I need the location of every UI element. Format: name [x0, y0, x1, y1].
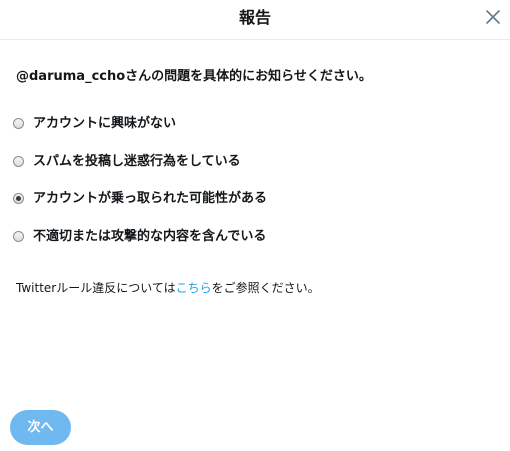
rules-note-prefix: Twitterルール違反については [16, 281, 176, 295]
radio-button[interactable] [13, 230, 24, 242]
option-not-interested[interactable]: アカウントに興味がない [13, 114, 493, 133]
dialog-header: 報告 [0, 0, 510, 40]
option-abusive[interactable]: 不適切または攻撃的な内容を含んでいる [13, 227, 493, 246]
rules-note-suffix: をご参照ください。 [211, 281, 320, 295]
option-label: アカウントに興味がない [33, 116, 177, 131]
report-question: @daruma_cchoさんの問題を具体的にお知らせください。 [16, 69, 372, 84]
rules-link[interactable]: こちら [176, 281, 212, 295]
radio-button[interactable] [13, 155, 24, 167]
dialog-title: 報告 [238, 8, 271, 27]
option-label: 不適切または攻撃的な内容を含んでいる [33, 228, 267, 244]
option-label: スパムを投稿し迷惑行為をしている [33, 153, 241, 169]
report-dialog: 報告 @daruma_cchoさんの問題を具体的にお知らせください。 アカウント… [0, 0, 510, 451]
next-button[interactable]: 次へ [10, 410, 71, 445]
rules-note: Twitterルール違反についてはこちらをご参照ください。 [16, 279, 320, 297]
option-hacked[interactable]: アカウントが乗っ取られた可能性がある [13, 189, 493, 208]
radio-button[interactable] [13, 118, 24, 129]
report-options: アカウントに興味がない スパムを投稿し迷惑行為をしている アカウントが乗っ取られ… [13, 114, 493, 264]
radio-button[interactable] [13, 193, 24, 204]
option-label: アカウントが乗っ取られた可能性がある [33, 191, 268, 206]
close-icon[interactable] [482, 6, 504, 28]
option-spam[interactable]: スパムを投稿し迷惑行為をしている [13, 152, 493, 171]
